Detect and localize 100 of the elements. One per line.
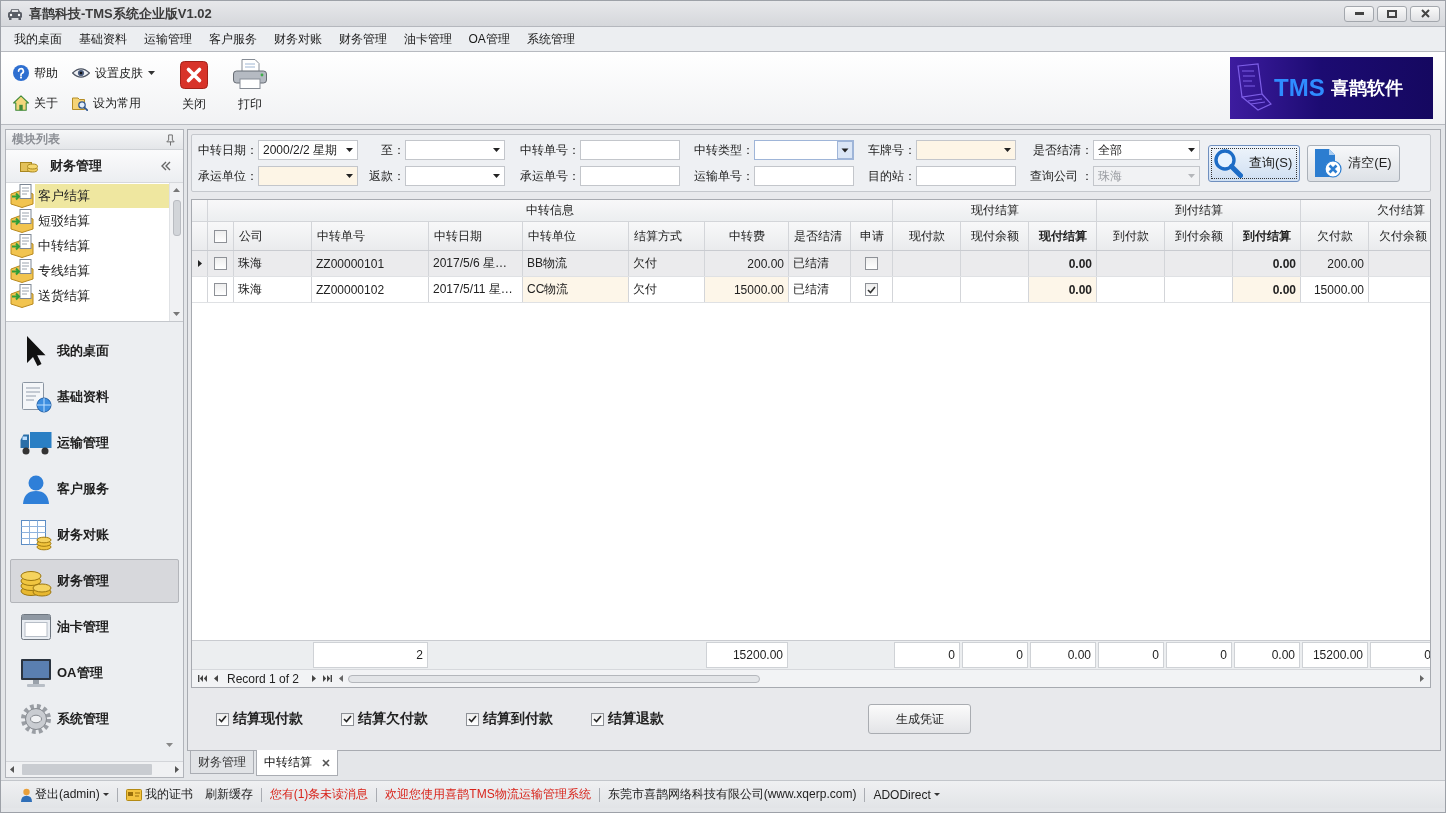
column-header[interactable]: 中转费 [728,227,765,245]
column-header[interactable]: 中转单号 [317,227,365,245]
checkbox[interactable] [214,229,227,243]
menu-item[interactable]: 系统管理 [518,27,584,51]
checkbox[interactable] [214,283,227,296]
toolbar-button[interactable]: 设为常用 [72,94,155,112]
input-field[interactable] [580,166,680,186]
checkbox[interactable] [865,257,878,270]
checkbox[interactable] [341,712,354,726]
scroll-left-icon[interactable] [10,766,14,773]
nav-button[interactable]: 财务管理 [10,559,179,603]
toolbar-button[interactable]: 帮助 [13,64,58,82]
next-record-icon[interactable] [312,675,317,682]
column-header[interactable]: 欠付余额 [1378,227,1427,245]
list-item[interactable]: 中转结算 [35,233,169,258]
tab[interactable]: 财务管理 [190,751,254,774]
checkbox[interactable] [865,283,878,296]
toolbar-button[interactable]: 设置皮肤 [72,64,155,82]
input-field[interactable] [580,140,680,160]
clear-button[interactable]: 清空(E) [1307,144,1400,182]
search-button[interactable]: 查询(S) [1208,144,1301,182]
table-row[interactable]: 珠海 ZZ00000101 2017/5/6 星… BB物流 欠付 200.00 已结清 0.00 0.00 200.00 [192,251,1430,277]
maximize-button[interactable] [1377,5,1407,22]
list-item[interactable]: 客户结算 [35,183,169,208]
nav-button[interactable]: OA管理 [10,651,179,695]
refresh-link[interactable]: 刷新缓存 [204,786,253,803]
column-header[interactable]: 中转日期 [434,227,482,245]
dropdown-field[interactable] [754,140,854,160]
dropdown-field[interactable] [405,140,505,160]
menu-item[interactable]: 运输管理 [135,27,200,51]
status-message[interactable]: 欢迎您使用喜鹊TMS物流运输管理系统 [385,786,591,803]
scroll-right-icon[interactable] [175,766,179,773]
menu-item[interactable]: 油卡管理 [395,27,460,51]
first-record-icon[interactable] [198,675,207,682]
status-message[interactable]: 您有(1)条未读消息 [269,786,369,803]
nav-button[interactable]: 我的桌面 [10,329,179,373]
nav-button[interactable]: 系统管理 [10,697,179,741]
menu-item[interactable]: 财务管理 [330,27,395,51]
column-header[interactable]: 结算方式 [634,227,682,245]
column-header[interactable]: 现付余额 [970,227,1019,245]
checkbox-label[interactable]: 结算到付款 [483,710,553,728]
dropdown-field[interactable]: 2000/2/2 星期 [258,140,358,160]
caret-icon[interactable] [346,174,353,178]
dropdown-field[interactable] [405,166,505,186]
column-header[interactable]: 现付结算 [1038,227,1087,245]
scroll-right-icon[interactable] [1420,675,1424,682]
minimize-button[interactable] [1344,5,1374,22]
nav-button[interactable]: 客户服务 [10,467,179,511]
dropdown-field[interactable]: 全部 [1093,140,1200,160]
menu-item[interactable]: 基础资料 [70,27,135,51]
generate-button[interactable]: 生成凭证 [868,704,971,734]
list-item[interactable]: 送货结算 [35,283,169,308]
checkbox-label[interactable]: 结算欠付款 [358,710,428,728]
checkbox-label[interactable]: 结算退款 [608,710,664,728]
checkbox[interactable] [591,712,604,726]
caret-icon[interactable] [493,148,500,152]
column-header[interactable]: 公司 [239,227,263,245]
certificate-button[interactable]: 我的证书 [125,786,193,803]
caret-icon[interactable] [1188,148,1195,152]
column-header[interactable]: 到付款 [1112,227,1149,245]
scroll-up-icon[interactable] [173,188,180,192]
toolbar-button[interactable]: 关闭 [172,59,216,117]
caret-icon[interactable] [493,174,500,178]
checkbox[interactable] [216,712,229,726]
menu-item[interactable]: 客户服务 [200,27,265,51]
menu-item[interactable]: 我的桌面 [5,27,70,51]
menu-item[interactable]: 财务对账 [265,27,330,51]
input-field[interactable] [916,166,1016,186]
nav-button[interactable]: 油卡管理 [10,605,179,649]
account-menu[interactable]: 登出(admin) [21,786,109,803]
previous-record-icon[interactable] [214,675,218,682]
collapse-icon[interactable] [161,161,171,171]
tab[interactable]: 中转结算 [256,750,338,776]
menu-item[interactable]: OA管理 [460,27,519,51]
column-header[interactable]: 中转单位 [528,227,576,245]
toolbar-button[interactable]: 关于 [13,94,58,112]
close-button[interactable] [1410,5,1440,22]
last-record-icon[interactable] [323,675,333,682]
column-header[interactable]: 是否结清 [794,227,842,245]
dropdown-field[interactable] [258,166,358,186]
dropdown-field[interactable] [916,140,1016,160]
column-header[interactable]: 到付余额 [1174,227,1223,245]
table-row[interactable]: 珠海 ZZ00000102 2017/5/11 星… CC物流 欠付 15000.00 已结清 0.00 0.00 15000.00 [192,277,1430,303]
column-header[interactable]: 到付结算 [1242,227,1291,245]
input-field[interactable] [754,166,854,186]
scroll-down-icon[interactable] [173,312,180,316]
scrollbar-thumb[interactable] [172,200,181,236]
nav-button[interactable]: 基础资料 [10,375,179,419]
scroll-left-icon[interactable] [339,675,344,682]
pin-icon[interactable] [166,133,175,146]
column-header[interactable]: 申请 [859,227,884,245]
scroll-down-icon[interactable] [166,743,173,747]
column-header[interactable]: 欠付款 [1316,227,1353,245]
vertical-scrollbar[interactable] [169,183,183,321]
checkbox[interactable] [214,257,227,270]
nav-button[interactable]: 运输管理 [10,421,179,465]
checkbox[interactable] [466,712,479,726]
close-icon[interactable] [322,758,330,767]
connection-menu[interactable]: ADODirect [873,787,940,802]
toolbar-button[interactable]: 打印 [228,59,272,117]
